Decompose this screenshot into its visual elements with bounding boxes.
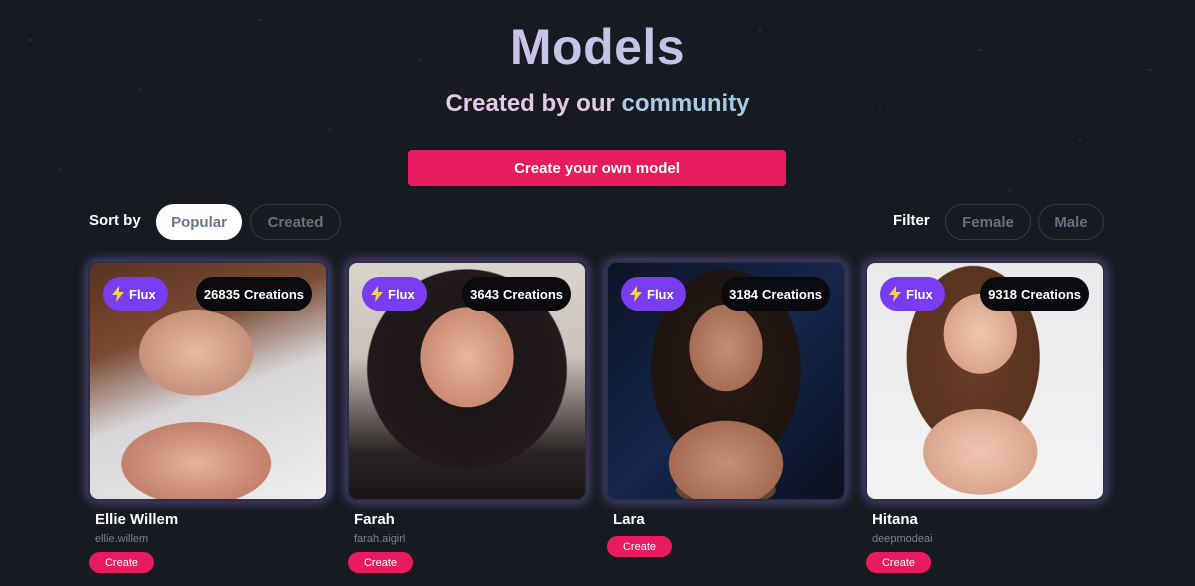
model-image[interactable]: Flux 3184 Creations [606,261,846,501]
flux-badge-label: Flux [906,286,933,302]
creations-label: Creations [762,286,822,302]
lightning-icon [888,286,902,302]
create-button[interactable]: Create [89,552,154,573]
flux-badge: Flux [362,277,427,311]
filter-female-button[interactable]: Female [945,204,1031,240]
model-card[interactable]: Flux 3184 Creations Lara Create [606,261,846,557]
create-button[interactable]: Create [348,552,413,573]
creations-label: Creations [244,286,304,302]
model-card[interactable]: Flux 3643 Creations Farah farah.aigirl C… [347,261,587,573]
model-name: Lara [613,511,645,528]
filter-label: Filter [893,212,930,229]
model-handle: ellie.willem [95,533,149,545]
filter-male-button[interactable]: Male [1038,204,1104,240]
creations-count: 9318 [988,286,1018,302]
page-subtitle: Created by our community [0,90,1195,118]
flux-badge-label: Flux [129,286,156,302]
flux-badge: Flux [880,277,945,311]
sort-by-label: Sort by [89,212,141,229]
creations-badge: 9318 Creations [980,277,1089,311]
model-image[interactable]: Flux 3643 Creations [347,261,587,501]
create-button[interactable]: Create [866,552,931,573]
lightning-icon [629,286,643,302]
model-image[interactable]: Flux 9318 Creations [865,261,1105,501]
creations-count: 3643 [470,286,500,302]
lightning-icon [111,286,125,302]
create-own-model-button[interactable]: Create your own model [408,150,786,186]
model-card[interactable]: Flux 26835 Creations Ellie Willem ellie.… [88,261,328,573]
creations-badge: 3184 Creations [721,277,830,311]
flux-badge-label: Flux [388,286,415,302]
flux-badge: Flux [103,277,168,311]
flux-badge-label: Flux [647,286,674,302]
creations-count: 3184 [729,286,759,302]
model-name: Hitana [872,511,918,528]
flux-badge: Flux [621,277,686,311]
model-handle: farah.aigirl [354,533,406,545]
creations-badge: 3643 Creations [462,277,571,311]
creations-label: Creations [1021,286,1081,302]
subtitle-text: Created by our [445,90,622,117]
creations-badge: 26835 Creations [195,277,312,311]
model-handle: deepmodeai [872,533,933,545]
creations-count: 26835 [203,286,241,302]
page-title: Models [0,18,1195,76]
sort-popular-button[interactable]: Popular [156,204,242,240]
subtitle-highlight: community [621,90,750,117]
create-button[interactable]: Create [607,536,672,557]
model-card[interactable]: Flux 9318 Creations Hitana deepmodeai Cr… [865,261,1105,573]
model-name: Ellie Willem [95,511,179,528]
creations-label: Creations [503,286,563,302]
model-name: Farah [354,511,395,528]
sort-created-button[interactable]: Created [250,204,341,240]
lightning-icon [370,286,384,302]
model-image[interactable]: Flux 26835 Creations [88,261,328,501]
